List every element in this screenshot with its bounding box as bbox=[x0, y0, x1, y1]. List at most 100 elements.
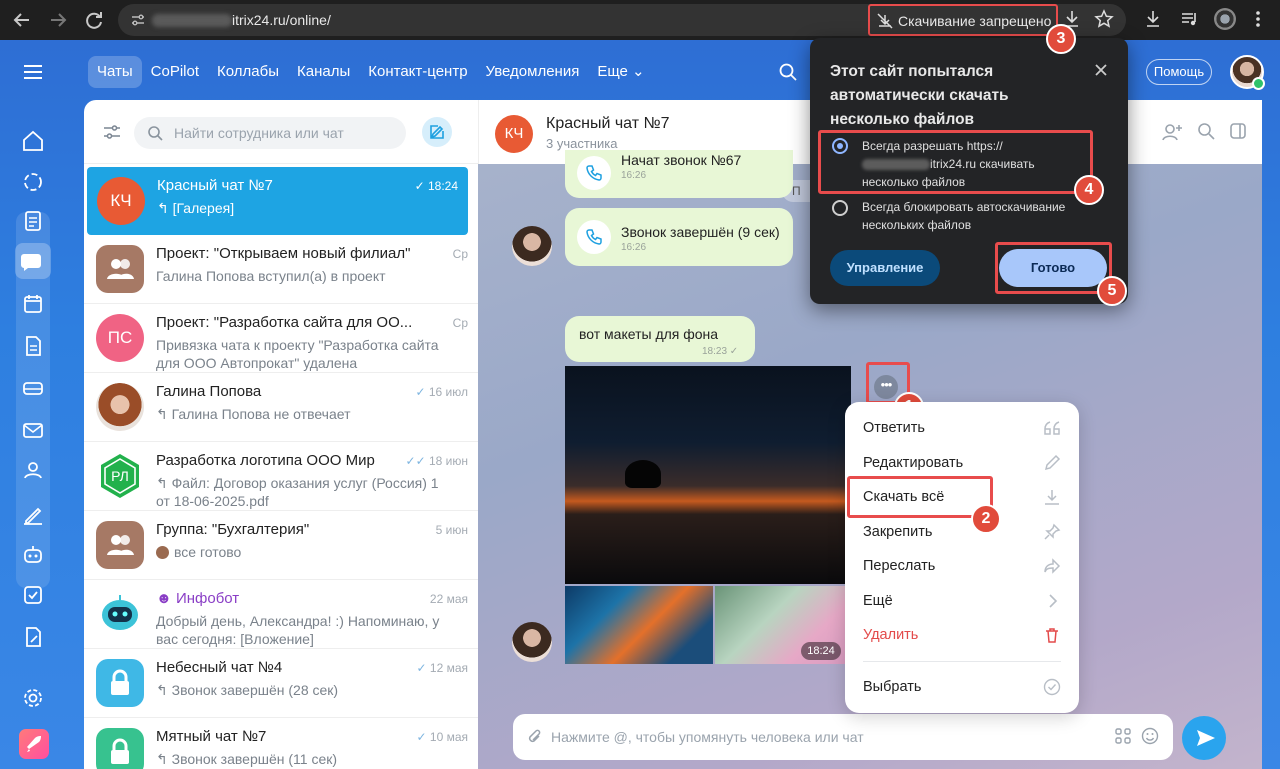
annotation-highlight bbox=[847, 476, 993, 518]
chat-title[interactable]: Красный чат №7 bbox=[546, 115, 670, 133]
tab-copilot[interactable]: CoPilot bbox=[142, 56, 208, 88]
message-text: Начат звонок №67 bbox=[621, 152, 742, 168]
search-icon[interactable] bbox=[778, 62, 798, 82]
block-radio[interactable] bbox=[832, 200, 848, 216]
search-icon[interactable] bbox=[1197, 122, 1215, 140]
menu-item-reply[interactable]: Ответить bbox=[863, 420, 925, 436]
chevron-right-icon bbox=[1043, 592, 1061, 610]
chat-name: Проект: "Открываем новый филиал" bbox=[156, 245, 411, 262]
gallery-time: 18:24 bbox=[801, 642, 841, 660]
sign-icon[interactable] bbox=[20, 501, 46, 527]
reload-icon[interactable] bbox=[82, 8, 106, 32]
project-group-icon bbox=[96, 245, 144, 293]
chat-preview: ↰ Файл: Договор оказания услуг (Россия) … bbox=[156, 475, 439, 509]
site-settings-icon[interactable] bbox=[130, 12, 146, 28]
home-icon[interactable] bbox=[20, 128, 46, 154]
chat-time: ✓ 18:24 bbox=[414, 179, 458, 193]
bot-icon[interactable] bbox=[20, 541, 46, 567]
sidebar-toggle-icon[interactable] bbox=[1229, 122, 1247, 140]
kebab-menu-icon[interactable] bbox=[1252, 9, 1264, 29]
downloads-icon[interactable] bbox=[1144, 9, 1162, 29]
calendar-icon[interactable] bbox=[20, 291, 46, 317]
help-button[interactable]: Помощь bbox=[1146, 59, 1212, 85]
tab-channels[interactable]: Каналы bbox=[288, 56, 359, 88]
new-chat-button[interactable] bbox=[422, 117, 452, 147]
gallery-image[interactable] bbox=[565, 366, 851, 584]
menu-item-forward[interactable]: Переслать bbox=[863, 558, 935, 574]
browser-toolbar: itrix24.ru/online/ Скачивание запрещено bbox=[0, 0, 1280, 40]
filter-icon[interactable] bbox=[102, 122, 122, 142]
chat-row[interactable]: КЧ Красный чат №7 ↰ [Галерея] ✓ 18:24 bbox=[87, 167, 468, 235]
tab-more[interactable]: Еще ⌄ bbox=[588, 56, 653, 88]
text-message: вот макеты для фона 18:23 ✓ bbox=[565, 316, 755, 362]
chat-row[interactable]: РЛ Разработка логотипа ООО Мир ↰ Файл: Д… bbox=[84, 442, 478, 511]
trash-icon bbox=[1043, 626, 1061, 644]
edit-doc-icon[interactable] bbox=[20, 624, 46, 650]
attach-clip-icon[interactable] bbox=[527, 728, 543, 746]
mini-avatar bbox=[156, 546, 169, 559]
message-text: вот макеты для фона bbox=[579, 326, 719, 342]
user-avatar[interactable] bbox=[1230, 55, 1265, 90]
emoji-icon[interactable] bbox=[1141, 727, 1159, 745]
checkbox-task-icon[interactable] bbox=[20, 582, 46, 608]
message-input[interactable]: Нажмите @, чтобы упомянуть человека или … bbox=[513, 714, 1173, 760]
send-button[interactable] bbox=[1182, 716, 1226, 760]
sender-avatar[interactable] bbox=[512, 226, 552, 266]
forward-icon[interactable] bbox=[46, 8, 70, 32]
annotation-highlight bbox=[818, 130, 1093, 194]
back-icon[interactable] bbox=[10, 8, 34, 32]
infobot-avatar bbox=[96, 590, 144, 638]
chat-list-panel: Найти сотрудника или чат КЧ Красный чат … bbox=[84, 100, 478, 769]
add-user-icon[interactable] bbox=[1161, 122, 1183, 142]
menu-item-select[interactable]: Выбрать bbox=[863, 679, 921, 695]
rocket-icon[interactable] bbox=[19, 729, 49, 759]
menu-item-delete[interactable]: Удалить bbox=[863, 627, 918, 643]
chat-list-toolbar: Найти сотрудника или чат bbox=[84, 100, 478, 164]
docs-icon[interactable] bbox=[20, 333, 46, 359]
bookmark-star-icon[interactable] bbox=[1094, 9, 1114, 29]
hamburger-menu-icon[interactable] bbox=[22, 62, 44, 82]
groups-icon[interactable] bbox=[20, 457, 46, 483]
chat-row[interactable]: ☻ Инфобот Добрый день, Александра! :) На… bbox=[84, 580, 478, 649]
settings-gear-icon[interactable] bbox=[20, 685, 46, 711]
tab-collabs[interactable]: Коллабы bbox=[208, 56, 288, 88]
close-icon[interactable] bbox=[1094, 63, 1108, 77]
chat-row[interactable]: Мятный чат №7 ↰ Звонок завершён (11 сек)… bbox=[84, 718, 478, 769]
chat-row[interactable]: ПС Проект: "Разработка сайта для ОО... П… bbox=[84, 304, 478, 373]
tasks-list-icon[interactable] bbox=[20, 208, 46, 234]
chat-preview: ↰ Звонок завершён (11 сек) bbox=[156, 751, 338, 767]
menu-item-more[interactable]: Ещё bbox=[863, 593, 893, 609]
chat-search-input[interactable]: Найти сотрудника или чат bbox=[134, 117, 406, 149]
crm-icon[interactable] bbox=[20, 169, 46, 195]
profile-avatar[interactable] bbox=[1214, 8, 1236, 30]
chat-time: ✓ 12 мая bbox=[416, 661, 468, 675]
chat-row[interactable]: Группа: "Бухгалтерия" все готово 5 июн bbox=[84, 511, 478, 580]
tab-notifications[interactable]: Уведомления bbox=[477, 56, 589, 88]
quote-icon bbox=[1043, 420, 1061, 436]
chat-members-count[interactable]: 3 участника bbox=[546, 136, 617, 151]
chat-row[interactable]: Небесный чат №4 ↰ Звонок завершён (28 се… bbox=[84, 649, 478, 718]
gallery-image[interactable] bbox=[565, 586, 713, 664]
message-time: 18:23 ✓ bbox=[702, 346, 739, 357]
chat-avatar: ПС bbox=[96, 314, 144, 362]
mail-icon[interactable] bbox=[20, 417, 46, 443]
download-blocked-chip[interactable]: Скачивание запрещено bbox=[868, 4, 1058, 36]
chats-icon[interactable] bbox=[15, 243, 51, 279]
media-queue-icon[interactable] bbox=[1180, 9, 1200, 29]
sender-avatar[interactable] bbox=[512, 622, 552, 662]
input-placeholder: Нажмите @, чтобы упомянуть человека или … bbox=[551, 729, 864, 745]
chat-time: 22 мая bbox=[429, 592, 468, 606]
tab-contact-center[interactable]: Контакт-центр bbox=[359, 56, 476, 88]
blurred-domain bbox=[152, 14, 232, 27]
manage-button[interactable]: Управление bbox=[830, 250, 940, 286]
tab-chats[interactable]: Чаты bbox=[88, 56, 142, 88]
apps-grid-icon[interactable] bbox=[1115, 728, 1131, 744]
phone-icon bbox=[577, 220, 611, 254]
menu-item-pin[interactable]: Закрепить bbox=[863, 524, 932, 540]
chat-row[interactable]: Галина Попова ↰ Галина Попова не отвечае… bbox=[84, 373, 478, 442]
drive-icon[interactable] bbox=[20, 375, 46, 401]
url-text: itrix24.ru/online/ bbox=[232, 12, 331, 28]
chat-row[interactable]: Проект: "Открываем новый филиал" Галина … bbox=[84, 235, 478, 304]
menu-item-edit[interactable]: Редактировать bbox=[863, 455, 963, 471]
chat-avatar[interactable]: КЧ bbox=[495, 115, 533, 153]
